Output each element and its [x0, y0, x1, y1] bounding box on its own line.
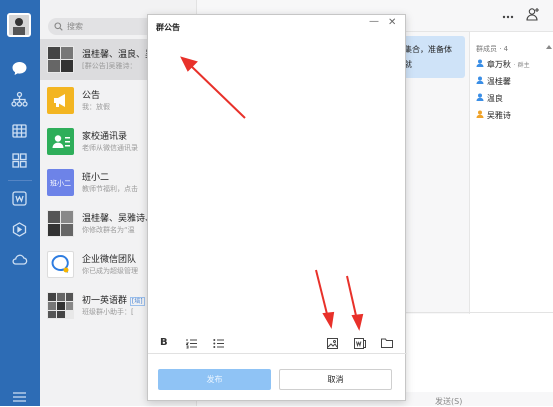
send-button[interactable]: 发送(S): [435, 396, 462, 407]
avatar[interactable]: [7, 13, 31, 37]
group-avatar: [47, 292, 74, 319]
conversation-title: 温桂馨、温良、吴: [82, 50, 155, 60]
bullet-list-icon[interactable]: [213, 338, 224, 352]
message-bubble: 集合，准备体 就: [399, 36, 465, 78]
calendar-icon[interactable]: [11, 122, 28, 139]
conversation-preview: [群公告]吴雅诗：: [82, 62, 137, 70]
group-type-badge: [培]: [129, 297, 145, 306]
message-text-line: 集合，准备体: [404, 45, 452, 54]
word-document-icon[interactable]: [354, 338, 366, 352]
announcement-avatar: [47, 87, 74, 114]
conversation-preview: 你已成为超级管理: [82, 267, 138, 275]
svg-text:班小二: 班小二: [50, 179, 71, 188]
member-item[interactable]: 温桂馨: [476, 76, 511, 87]
member-item[interactable]: 吴雅诗: [476, 110, 511, 121]
conversation-preview: 班级群小助手：[: [82, 308, 134, 316]
member-role-tag: · 群主: [513, 62, 530, 69]
navigation-bar: [0, 0, 40, 406]
scroll-up-icon[interactable]: [546, 42, 552, 52]
group-avatar: [47, 46, 74, 73]
conversation-title: 公告: [82, 91, 101, 101]
close-button[interactable]: ✕: [388, 17, 396, 28]
conversation-preview: 教师节福利，点击: [82, 185, 138, 193]
conversation-title: 家校通讯录: [82, 132, 128, 142]
bold-button[interactable]: B: [160, 337, 168, 348]
messages-icon[interactable]: [11, 60, 28, 77]
ban-xiao-er-avatar: 班小二: [47, 169, 74, 196]
add-member-icon[interactable]: [526, 7, 540, 24]
group-announcement-dialog: 群公告 — ✕ B 发布 取消: [147, 14, 407, 401]
announcement-editor[interactable]: [154, 41, 400, 331]
more-icon[interactable]: [502, 12, 514, 22]
wecom-team-avatar: [47, 251, 74, 278]
member-panel: 群成员 · 4 章万秋 · 群主 温桂馨 温良 吴雅诗: [469, 32, 553, 334]
member-name: 温桂馨: [486, 77, 511, 86]
person-icon: [476, 76, 484, 84]
cancel-button[interactable]: 取消: [279, 369, 392, 390]
member-panel-title: 群成员 · 4: [476, 45, 509, 53]
apps-grid-icon[interactable]: [11, 152, 28, 169]
conversation-title: 初一英语群 [培]: [82, 296, 145, 306]
minimize-button[interactable]: —: [369, 16, 379, 27]
person-icon: [476, 110, 484, 118]
member-name: 温良: [486, 94, 503, 103]
cloud-icon[interactable]: [11, 251, 28, 268]
dialog-title: 群公告: [156, 23, 180, 32]
menu-icon[interactable]: [12, 392, 27, 405]
compose-divider: [397, 312, 553, 313]
search-placeholder: 搜索: [67, 22, 83, 31]
word-doc-icon[interactable]: [11, 190, 28, 207]
drive-icon[interactable]: [11, 221, 28, 238]
conversation-preview: 老师从微信通讯录: [82, 144, 138, 152]
image-icon[interactable]: [327, 338, 338, 352]
search-icon: [54, 22, 63, 31]
dialog-divider: [148, 353, 407, 354]
message-input[interactable]: [397, 314, 553, 392]
conversation-preview: 你修改群名为“温: [82, 226, 135, 234]
conversation-title: 企业微信团队: [82, 255, 137, 265]
contacts-book-avatar: [47, 128, 74, 155]
member-name: 章万秋: [486, 60, 511, 69]
numbered-list-icon[interactable]: [185, 338, 197, 352]
contacts-icon[interactable]: [11, 91, 28, 108]
person-icon: [476, 93, 484, 101]
publish-button[interactable]: 发布: [158, 369, 271, 390]
group-avatar: [47, 210, 74, 237]
member-item[interactable]: 温良: [476, 93, 503, 104]
folder-icon[interactable]: [381, 338, 393, 351]
person-icon: [476, 59, 484, 67]
member-item[interactable]: 章万秋 · 群主: [476, 59, 530, 70]
conversation-title: 班小二: [82, 173, 110, 183]
conversation-title: 温桂馨、吴雅诗、: [82, 214, 155, 224]
conversation-preview: 我：放假: [82, 103, 110, 111]
member-name: 吴雅诗: [486, 111, 511, 120]
nav-divider: [8, 180, 32, 181]
